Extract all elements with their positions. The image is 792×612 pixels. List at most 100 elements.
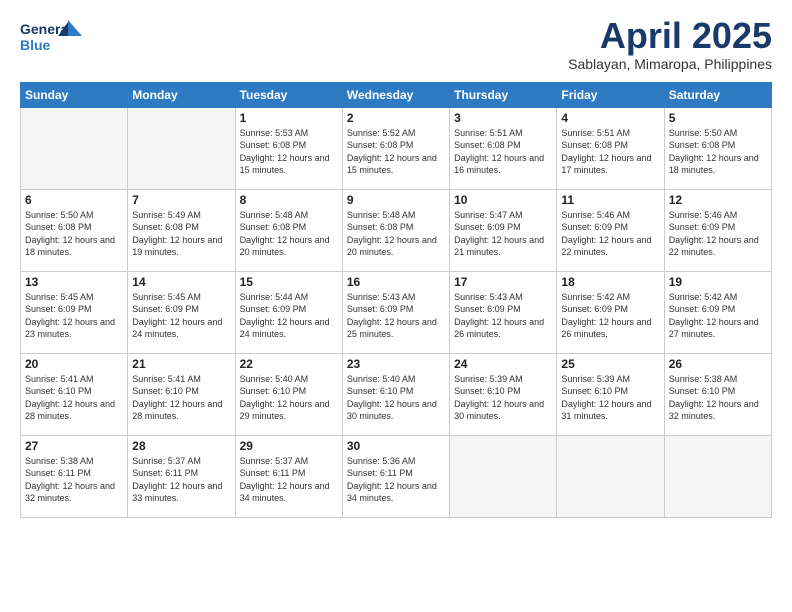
calendar-cell: 12 Sunrise: 5:46 AM Sunset: 6:09 PM Dayli… (664, 189, 771, 271)
day-number: 29 (240, 439, 338, 453)
weekday-header-friday: Friday (557, 82, 664, 107)
cell-info: Sunrise: 5:45 AM Sunset: 6:09 PM Dayligh… (132, 291, 230, 341)
day-number: 16 (347, 275, 445, 289)
weekday-header-row: SundayMondayTuesdayWednesdayThursdayFrid… (21, 82, 772, 107)
day-number: 25 (561, 357, 659, 371)
day-number: 28 (132, 439, 230, 453)
cell-info: Sunrise: 5:45 AM Sunset: 6:09 PM Dayligh… (25, 291, 123, 341)
logo: General Blue (20, 16, 90, 63)
day-number: 15 (240, 275, 338, 289)
cell-info: Sunrise: 5:40 AM Sunset: 6:10 PM Dayligh… (347, 373, 445, 423)
weekday-header-saturday: Saturday (664, 82, 771, 107)
day-number: 6 (25, 193, 123, 207)
weekday-header-thursday: Thursday (450, 82, 557, 107)
day-number: 12 (669, 193, 767, 207)
cell-info: Sunrise: 5:46 AM Sunset: 6:09 PM Dayligh… (561, 209, 659, 259)
cell-info: Sunrise: 5:40 AM Sunset: 6:10 PM Dayligh… (240, 373, 338, 423)
weekday-header-sunday: Sunday (21, 82, 128, 107)
logo-block: General Blue (20, 16, 90, 63)
cell-info: Sunrise: 5:52 AM Sunset: 6:08 PM Dayligh… (347, 127, 445, 177)
day-number: 13 (25, 275, 123, 289)
weekday-header-monday: Monday (128, 82, 235, 107)
calendar-table: SundayMondayTuesdayWednesdayThursdayFrid… (20, 82, 772, 518)
cell-info: Sunrise: 5:42 AM Sunset: 6:09 PM Dayligh… (561, 291, 659, 341)
calendar-cell: 1 Sunrise: 5:53 AM Sunset: 6:08 PM Daylig… (235, 107, 342, 189)
cell-info: Sunrise: 5:44 AM Sunset: 6:09 PM Dayligh… (240, 291, 338, 341)
day-number: 17 (454, 275, 552, 289)
calendar-cell: 22Sunrise: 5:40 AM Sunset: 6:10 PM Dayli… (235, 353, 342, 435)
day-number: 4 (561, 111, 659, 125)
calendar-cell: 29 Sunrise: 5:37 AM Sunset: 6:11 PM Dayli… (235, 435, 342, 517)
day-number: 7 (132, 193, 230, 207)
cell-info: Sunrise: 5:43 AM Sunset: 6:09 PM Dayligh… (454, 291, 552, 341)
day-number: 10 (454, 193, 552, 207)
day-number: 18 (561, 275, 659, 289)
day-number: 8 (240, 193, 338, 207)
logo-svg: General Blue (20, 16, 90, 58)
calendar-cell: 3 Sunrise: 5:51 AM Sunset: 6:08 PM Daylig… (450, 107, 557, 189)
calendar-cell: 7 Sunrise: 5:49 AM Sunset: 6:08 PM Daylig… (128, 189, 235, 271)
calendar-cell: 25Sunrise: 5:39 AM Sunset: 6:10 PM Dayli… (557, 353, 664, 435)
calendar-cell: 27Sunrise: 5:38 AM Sunset: 6:11 PM Dayli… (21, 435, 128, 517)
day-number: 27 (25, 439, 123, 453)
cell-info: Sunrise: 5:51 AM Sunset: 6:08 PM Dayligh… (561, 127, 659, 177)
cell-info: Sunrise: 5:41 AM Sunset: 6:10 PM Dayligh… (25, 373, 123, 423)
calendar-cell (557, 435, 664, 517)
calendar-cell: 19 Sunrise: 5:42 AM Sunset: 6:09 PM Dayli… (664, 271, 771, 353)
calendar-cell: 28 Sunrise: 5:37 AM Sunset: 6:11 PM Dayli… (128, 435, 235, 517)
week-row-1: 6 Sunrise: 5:50 AM Sunset: 6:08 PM Daylig… (21, 189, 772, 271)
day-number: 3 (454, 111, 552, 125)
cell-info: Sunrise: 5:39 AM Sunset: 6:10 PM Dayligh… (454, 373, 552, 423)
title-block: April 2025 Sablayan, Mimaropa, Philippin… (568, 16, 772, 72)
week-row-2: 13 Sunrise: 5:45 AM Sunset: 6:09 PM Dayli… (21, 271, 772, 353)
cell-info: Sunrise: 5:41 AM Sunset: 6:10 PM Dayligh… (132, 373, 230, 423)
calendar-cell: 21 Sunrise: 5:41 AM Sunset: 6:10 PM Dayli… (128, 353, 235, 435)
weekday-header-tuesday: Tuesday (235, 82, 342, 107)
day-number: 14 (132, 275, 230, 289)
cell-info: Sunrise: 5:38 AM Sunset: 6:10 PM Dayligh… (669, 373, 767, 423)
day-number: 11 (561, 193, 659, 207)
month-title: April 2025 (568, 16, 772, 56)
calendar-cell: 9Sunrise: 5:48 AM Sunset: 6:08 PM Daylig… (342, 189, 449, 271)
cell-info: Sunrise: 5:36 AM Sunset: 6:11 PM Dayligh… (347, 455, 445, 505)
calendar-cell (21, 107, 128, 189)
cell-info: Sunrise: 5:50 AM Sunset: 6:08 PM Dayligh… (25, 209, 123, 259)
cell-info: Sunrise: 5:49 AM Sunset: 6:08 PM Dayligh… (132, 209, 230, 259)
day-number: 1 (240, 111, 338, 125)
calendar-cell: 10 Sunrise: 5:47 AM Sunset: 6:09 PM Dayli… (450, 189, 557, 271)
calendar-cell: 2Sunrise: 5:52 AM Sunset: 6:08 PM Daylig… (342, 107, 449, 189)
calendar-cell: 13 Sunrise: 5:45 AM Sunset: 6:09 PM Dayli… (21, 271, 128, 353)
cell-info: Sunrise: 5:42 AM Sunset: 6:09 PM Dayligh… (669, 291, 767, 341)
calendar-cell: 30 Sunrise: 5:36 AM Sunset: 6:11 PM Dayli… (342, 435, 449, 517)
day-number: 21 (132, 357, 230, 371)
cell-info: Sunrise: 5:37 AM Sunset: 6:11 PM Dayligh… (240, 455, 338, 505)
calendar-cell: 23 Sunrise: 5:40 AM Sunset: 6:10 PM Dayli… (342, 353, 449, 435)
cell-info: Sunrise: 5:47 AM Sunset: 6:09 PM Dayligh… (454, 209, 552, 259)
calendar-cell: 18 Sunrise: 5:42 AM Sunset: 6:09 PM Dayli… (557, 271, 664, 353)
cell-info: Sunrise: 5:37 AM Sunset: 6:11 PM Dayligh… (132, 455, 230, 505)
calendar-cell: 24 Sunrise: 5:39 AM Sunset: 6:10 PM Dayli… (450, 353, 557, 435)
cell-info: Sunrise: 5:53 AM Sunset: 6:08 PM Dayligh… (240, 127, 338, 177)
weekday-header-wednesday: Wednesday (342, 82, 449, 107)
calendar-cell: 16 Sunrise: 5:43 AM Sunset: 6:09 PM Dayli… (342, 271, 449, 353)
calendar-cell: 20 Sunrise: 5:41 AM Sunset: 6:10 PM Dayli… (21, 353, 128, 435)
day-number: 24 (454, 357, 552, 371)
svg-text:Blue: Blue (20, 37, 51, 53)
calendar-cell: 15 Sunrise: 5:44 AM Sunset: 6:09 PM Dayli… (235, 271, 342, 353)
cell-info: Sunrise: 5:46 AM Sunset: 6:09 PM Dayligh… (669, 209, 767, 259)
day-number: 23 (347, 357, 445, 371)
day-number: 19 (669, 275, 767, 289)
calendar-cell: 4 Sunrise: 5:51 AM Sunset: 6:08 PM Daylig… (557, 107, 664, 189)
day-number: 30 (347, 439, 445, 453)
page: General Blue April 2025 Sablayan, Mimaro… (0, 0, 792, 612)
calendar-cell (128, 107, 235, 189)
week-row-3: 20 Sunrise: 5:41 AM Sunset: 6:10 PM Dayli… (21, 353, 772, 435)
day-number: 20 (25, 357, 123, 371)
header: General Blue April 2025 Sablayan, Mimaro… (20, 16, 772, 72)
cell-info: Sunrise: 5:43 AM Sunset: 6:09 PM Dayligh… (347, 291, 445, 341)
cell-info: Sunrise: 5:51 AM Sunset: 6:08 PM Dayligh… (454, 127, 552, 177)
calendar-cell: 11 Sunrise: 5:46 AM Sunset: 6:09 PM Dayli… (557, 189, 664, 271)
cell-info: Sunrise: 5:48 AM Sunset: 6:08 PM Dayligh… (347, 209, 445, 259)
calendar-cell: 5Sunrise: 5:50 AM Sunset: 6:08 PM Daylig… (664, 107, 771, 189)
location: Sablayan, Mimaropa, Philippines (568, 56, 772, 72)
